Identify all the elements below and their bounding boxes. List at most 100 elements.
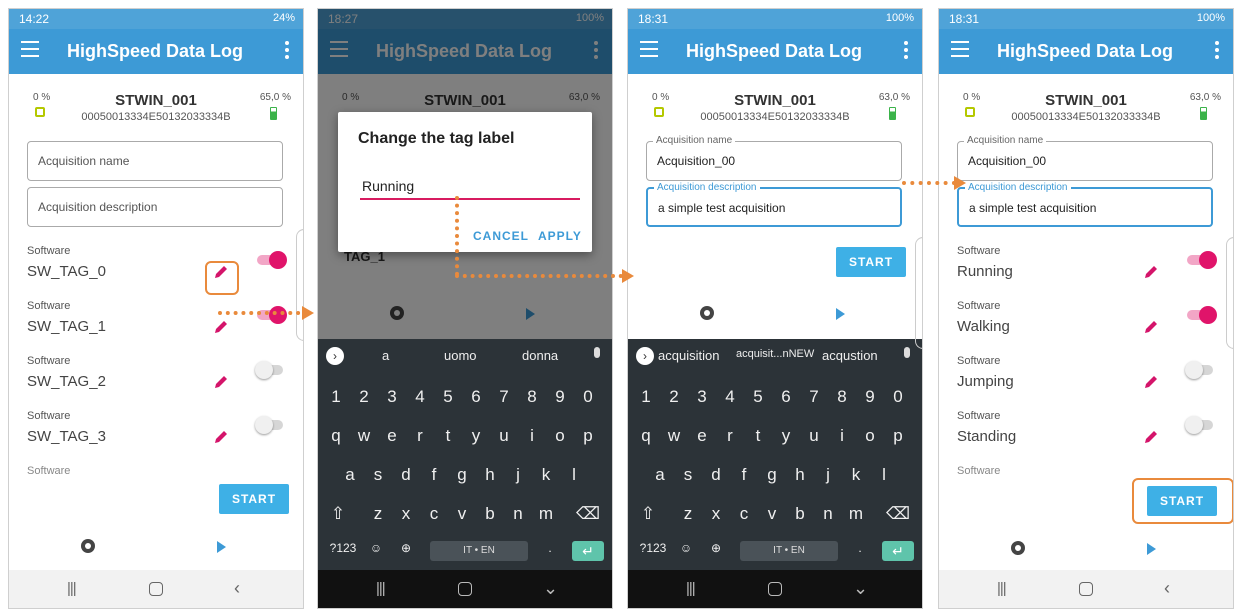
key[interactable]: 5 [748, 387, 768, 407]
more-options-icon[interactable] [285, 41, 289, 62]
suggestion[interactable]: acquisit...nNEW [736, 348, 814, 360]
key[interactable]: s [678, 465, 698, 485]
tag-toggle[interactable] [1187, 306, 1217, 324]
key[interactable]: 8 [522, 387, 542, 407]
key[interactable]: y [776, 426, 796, 446]
key[interactable]: 8 [832, 387, 852, 407]
key[interactable]: c [424, 504, 444, 524]
edit-pencil-icon[interactable] [1144, 265, 1158, 279]
key[interactable]: g [452, 465, 472, 485]
space-bar[interactable]: IT • EN [740, 541, 838, 561]
globe-icon[interactable]: ⊕ [396, 541, 416, 555]
key[interactable]: l [874, 465, 894, 485]
key[interactable]: 2 [664, 387, 684, 407]
suggestion[interactable]: donna [522, 348, 558, 363]
hamburger-menu-icon[interactable] [640, 41, 658, 57]
tag-label-input[interactable]: Running [362, 178, 414, 194]
keyboard-hide-icon[interactable]: ⌄ [543, 578, 558, 599]
home-icon[interactable] [768, 582, 782, 596]
recent-apps-icon[interactable]: ||| [67, 580, 77, 597]
edit-pencil-icon[interactable] [214, 375, 228, 389]
key[interactable]: d [706, 465, 726, 485]
recent-apps-icon[interactable]: ||| [376, 580, 386, 597]
home-icon[interactable] [149, 582, 163, 596]
key[interactable]: 0 [578, 387, 598, 407]
key[interactable]: t [438, 426, 458, 446]
key[interactable]: v [452, 504, 472, 524]
key[interactable]: n [818, 504, 838, 524]
edit-pencil-icon[interactable] [214, 320, 228, 334]
key[interactable]: g [762, 465, 782, 485]
key[interactable]: 7 [804, 387, 824, 407]
enter-key[interactable]: ↵ [572, 541, 604, 561]
key[interactable]: x [396, 504, 416, 524]
key[interactable]: m [536, 504, 556, 524]
key[interactable]: t [748, 426, 768, 446]
start-button[interactable]: START [836, 247, 906, 277]
suggestion[interactable]: acqustion [822, 348, 878, 363]
emoji-icon[interactable]: ☺ [676, 541, 696, 555]
backspace-icon[interactable]: ⌫ [886, 504, 910, 524]
more-options-icon[interactable] [1215, 41, 1219, 62]
apply-button[interactable]: APPLY [538, 229, 582, 243]
key[interactable]: o [860, 426, 880, 446]
enter-key[interactable]: ↵ [882, 541, 914, 561]
back-icon[interactable]: ‹ [1164, 578, 1170, 599]
backspace-icon[interactable]: ⌫ [576, 504, 600, 524]
hamburger-menu-icon[interactable] [951, 41, 969, 57]
period-key[interactable]: . [850, 541, 870, 555]
key[interactable]: r [720, 426, 740, 446]
key[interactable]: 5 [438, 387, 458, 407]
home-icon[interactable] [458, 582, 472, 596]
key[interactable]: r [410, 426, 430, 446]
key[interactable]: p [578, 426, 598, 446]
key[interactable]: c [734, 504, 754, 524]
settings-gear-icon[interactable] [81, 539, 95, 553]
hamburger-menu-icon[interactable] [21, 41, 39, 57]
settings-gear-icon[interactable] [700, 306, 714, 320]
key[interactable]: m [846, 504, 866, 524]
key[interactable]: e [382, 426, 402, 446]
key[interactable]: z [368, 504, 388, 524]
suggestion[interactable]: uomo [444, 348, 477, 363]
acquisition-description-field[interactable]: Acquisition description a simple test ac… [957, 182, 1213, 227]
key[interactable]: z [678, 504, 698, 524]
key[interactable]: d [396, 465, 416, 485]
acquisition-description-field[interactable]: Acquisition description [27, 187, 283, 227]
key[interactable]: 4 [410, 387, 430, 407]
key[interactable]: f [734, 465, 754, 485]
edit-pencil-icon[interactable] [214, 430, 228, 444]
key[interactable]: s [368, 465, 388, 485]
key[interactable]: o [550, 426, 570, 446]
key[interactable]: x [706, 504, 726, 524]
key[interactable]: 3 [382, 387, 402, 407]
microphone-icon[interactable] [904, 347, 910, 358]
recent-apps-icon[interactable]: ||| [686, 580, 696, 597]
acquisition-name-field[interactable]: Acquisition name Acquisition_00 [646, 135, 902, 181]
cancel-button[interactable]: CANCEL [473, 229, 529, 243]
acquisition-name-field[interactable]: Acquisition name [27, 141, 283, 181]
play-icon[interactable] [836, 308, 845, 320]
microphone-icon[interactable] [594, 347, 600, 358]
globe-icon[interactable]: ⊕ [706, 541, 726, 555]
key[interactable]: w [354, 426, 374, 446]
key[interactable]: b [790, 504, 810, 524]
key[interactable]: k [846, 465, 866, 485]
acquisition-name-field[interactable]: Acquisition name Acquisition_00 [957, 135, 1213, 181]
expand-arrow-icon[interactable]: › [636, 347, 654, 365]
key[interactable]: 6 [776, 387, 796, 407]
key[interactable]: i [522, 426, 542, 446]
suggestion[interactable]: acquisition [658, 348, 719, 363]
key[interactable]: l [564, 465, 584, 485]
tag-toggle[interactable] [1187, 251, 1217, 269]
keyboard-hide-icon[interactable]: ⌄ [853, 578, 868, 599]
shift-icon[interactable]: ⇧ [638, 504, 658, 524]
key[interactable]: k [536, 465, 556, 485]
play-icon[interactable] [1147, 543, 1156, 555]
edit-pencil-icon[interactable] [1144, 320, 1158, 334]
key[interactable]: e [692, 426, 712, 446]
key[interactable]: w [664, 426, 684, 446]
expand-arrow-icon[interactable]: › [326, 347, 344, 365]
edit-pencil-icon[interactable] [1144, 430, 1158, 444]
home-icon[interactable] [1079, 582, 1093, 596]
